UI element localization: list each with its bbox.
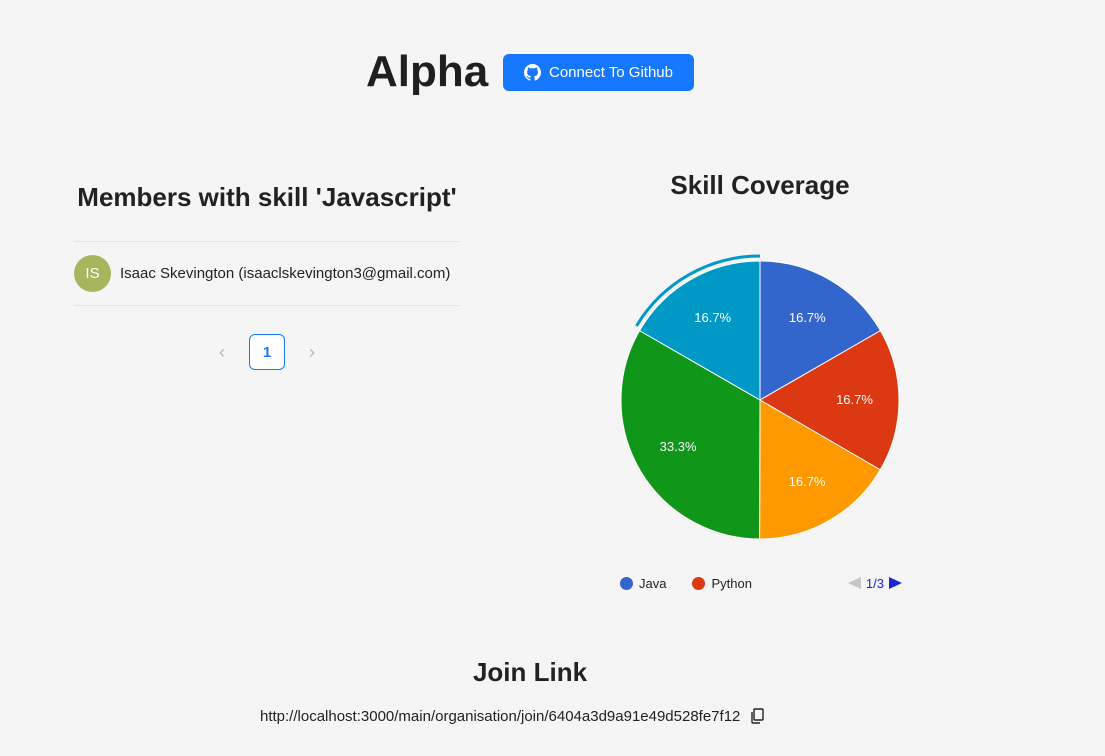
list-item: IS Isaac Skevington (isaaclskevington3@g… [74, 242, 460, 305]
pie-slice-label: 16.7% [789, 474, 826, 489]
legend-item-python[interactable]: Python [692, 575, 752, 591]
organisation-title: Alpha [366, 47, 489, 96]
pagination-next-button[interactable]: › [296, 334, 328, 370]
pie-slice-label: 16.7% [836, 392, 873, 407]
legend-item-java[interactable]: Java [620, 576, 666, 591]
legend-label: Java [639, 575, 667, 591]
pagination: ‹ 1 › [206, 334, 328, 370]
github-icon [524, 64, 541, 81]
connect-github-label: Connect To Github [549, 64, 673, 81]
avatar: IS [74, 255, 111, 292]
pagination-prev-button[interactable]: ‹ [206, 334, 238, 370]
chevron-left-icon: ‹ [219, 341, 225, 362]
chevron-right-icon: › [309, 341, 315, 362]
copy-icon[interactable] [750, 708, 765, 724]
chart-title: Skill Coverage [670, 170, 850, 200]
legend-label: Python [711, 575, 752, 591]
pie-slice-label: 16.7% [789, 310, 826, 325]
legend-next-icon[interactable] [889, 577, 902, 589]
pie-slice-label: 33.3% [660, 439, 697, 454]
join-link-url: http://localhost:3000/main/organisation/… [260, 707, 741, 725]
pie-slice-label: 16.7% [694, 310, 731, 325]
legend-prev-icon[interactable] [847, 577, 861, 589]
legend-swatch [620, 576, 633, 590]
skill-coverage-pie-chart: 16.7% 16.7% 16.7% 33.3% 16.7% [620, 254, 900, 540]
connect-github-button[interactable]: Connect To Github [503, 54, 694, 91]
legend-swatch [692, 576, 706, 590]
members-title: Members with skill 'Javascript' [77, 182, 457, 212]
legend-pager: 1/3 [847, 575, 902, 591]
member-name: Isaac Skevington (isaaclskevington3@gmai… [120, 265, 451, 282]
join-link-title: Join Link [472, 657, 588, 687]
join-link-row: http://localhost:3000/main/organisation/… [260, 705, 765, 727]
member-list: IS Isaac Skevington (isaaclskevington3@g… [74, 241, 460, 306]
legend-page-indicator: 1/3 [865, 575, 884, 591]
pagination-page-1[interactable]: 1 [249, 334, 285, 370]
organisation-page: Alpha Connect To Github Members with ski… [0, 0, 1105, 756]
chart-legend: Java Python 1/3 [620, 573, 902, 593]
